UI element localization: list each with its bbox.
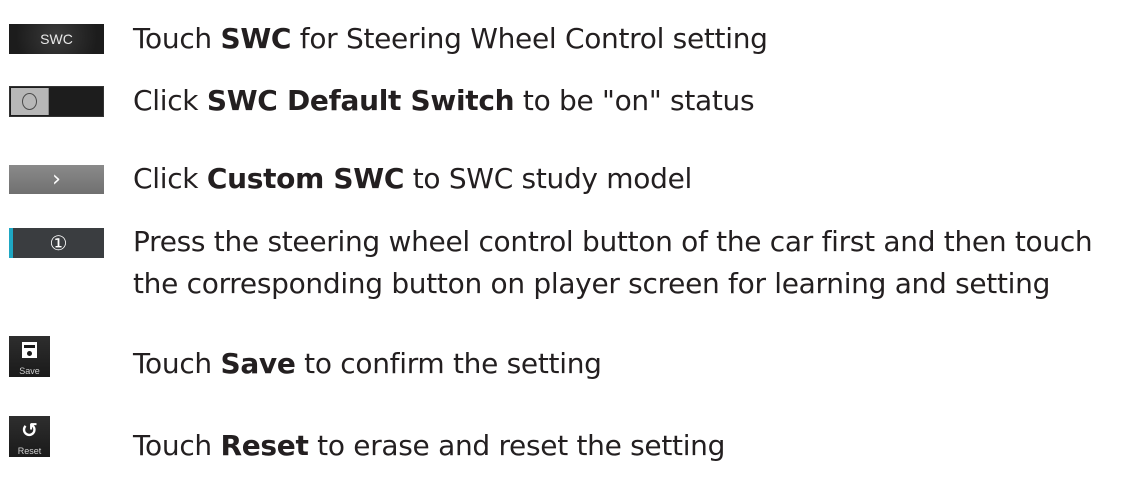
keyword: Custom SWC (206, 162, 405, 195)
chevron-right-icon: › (9, 165, 104, 194)
keyword: Save (220, 347, 296, 380)
instruction-text: Touch SWC for Steering Wheel Control set… (133, 22, 768, 55)
power-ring-icon (22, 93, 37, 110)
instruction-text-line-2: the corresponding button on player scree… (133, 267, 1051, 300)
keyword: SWC Default Switch (206, 84, 515, 117)
instruction-text: Touch Reset to erase and reset the setti… (133, 429, 726, 462)
instruction-text-line-1: Press the steering wheel control button … (133, 225, 1093, 258)
swc-button-label: SWC (40, 31, 73, 47)
instruction-text: Touch Save to confirm the setting (133, 347, 602, 380)
switch-knob (11, 88, 49, 115)
keyword: SWC (220, 22, 292, 55)
reset-button: ↺ Reset (9, 416, 50, 457)
save-button: Save (9, 336, 50, 377)
keyword: Reset (220, 429, 309, 462)
save-button-label: Save (19, 366, 40, 376)
reset-arrow-icon: ↺ (21, 418, 38, 442)
floppy-disk-icon (22, 342, 37, 358)
circled-number-one-icon: ① (9, 228, 104, 258)
reset-button-label: Reset (17, 446, 42, 456)
swc-button: SWC (9, 24, 104, 54)
default-switch-toggle-icon (9, 86, 104, 117)
instruction-text: Click Custom SWC to SWC study model (133, 162, 692, 195)
instruction-text: Click SWC Default Switch to be "on" stat… (133, 84, 755, 117)
